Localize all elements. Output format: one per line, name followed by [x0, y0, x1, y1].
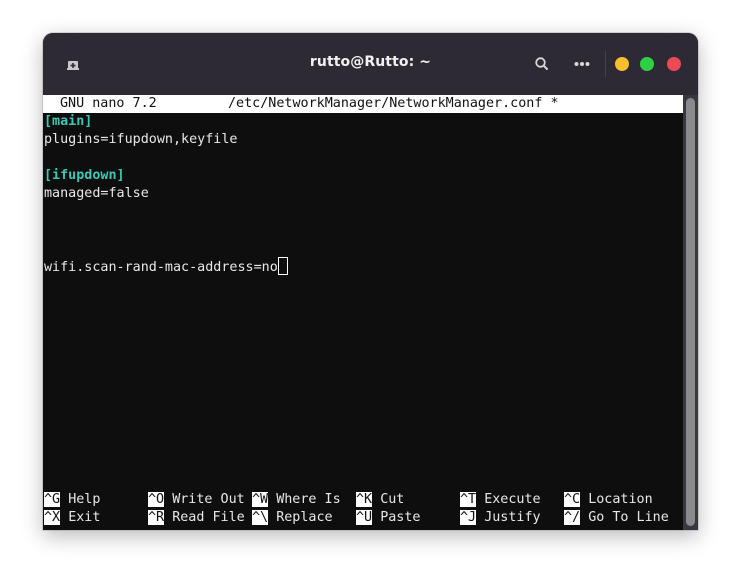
shortcut-label: Read File — [172, 510, 245, 525]
line-text: plugins=ifupdown,keyfile — [44, 132, 238, 147]
shortcut-justify[interactable]: ^J Justify — [460, 509, 541, 527]
nano-shortcut-bar: ^G Help ^X Exit ^O Write Out ^R Read Fil… — [43, 491, 683, 527]
config-section-header: [main] — [44, 113, 92, 131]
shortcut-label: Cut — [380, 492, 405, 507]
close-button[interactable] — [667, 57, 681, 71]
line-text: [main] — [44, 114, 93, 129]
shortcut-key: ^J — [460, 510, 477, 525]
shortcut-replace[interactable]: ^\ Replace — [252, 509, 333, 527]
config-line: wifi.scan-rand-mac-address=no — [44, 257, 288, 277]
shortcut-key: ^/ — [564, 510, 581, 525]
shortcut-key: ^R — [148, 510, 165, 525]
line-text: managed=false — [44, 186, 149, 201]
nano-header-bar: GNU nano 7.2 /etc/NetworkManager/Network… — [43, 95, 683, 113]
shortcut-help[interactable]: ^G Help — [44, 491, 100, 509]
shortcut-label: Exit — [68, 510, 101, 525]
shortcut-exit[interactable]: ^X Exit — [44, 509, 100, 527]
shortcut-key: ^\ — [252, 510, 269, 525]
scrollbar-thumb[interactable] — [686, 98, 695, 526]
menu-button[interactable] — [572, 55, 592, 73]
shortcut-where-is[interactable]: ^W Where Is — [252, 491, 341, 509]
window-bottom-edge — [60, 530, 680, 532]
shortcut-write-out[interactable]: ^O Write Out — [148, 491, 245, 509]
shortcut-key: ^X — [44, 510, 61, 525]
title-bar[interactable]: rutto@Rutto: ~ — [43, 33, 698, 95]
shortcut-key: ^W — [252, 492, 269, 507]
shortcut-key: ^T — [460, 492, 477, 507]
titlebar-separator — [605, 51, 606, 77]
config-section-header: [ifupdown] — [44, 167, 125, 185]
terminal-area[interactable]: GNU nano 7.2 /etc/NetworkManager/Network… — [43, 95, 683, 530]
shortcut-paste[interactable]: ^U Paste — [356, 509, 421, 527]
shortcut-read-file[interactable]: ^R Read File — [148, 509, 245, 527]
shortcut-key: ^U — [356, 510, 373, 525]
config-line: managed=false — [44, 185, 149, 203]
text-cursor — [277, 257, 288, 275]
shortcut-go-to-line[interactable]: ^/ Go To Line — [564, 509, 669, 527]
shortcut-label: Execute — [484, 492, 541, 507]
shortcut-cut[interactable]: ^K Cut — [356, 491, 404, 509]
shortcut-label: Go To Line — [588, 510, 669, 525]
search-button[interactable] — [533, 55, 551, 73]
line-text: [ifupdown] — [44, 168, 125, 183]
shortcut-key: ^O — [148, 492, 165, 507]
shortcut-execute[interactable]: ^T Execute — [460, 491, 541, 509]
maximize-button[interactable] — [640, 57, 654, 71]
line-text: wifi.scan-rand-mac-address=no — [44, 260, 278, 275]
shortcut-label: Justify — [484, 510, 541, 525]
minimize-button[interactable] — [615, 57, 629, 71]
vertical-scrollbar[interactable] — [683, 95, 698, 530]
window-title: rutto@Rutto: ~ — [309, 54, 432, 70]
terminal-window: rutto@Rutto: ~ GNU nano 7.2 /etc/Network… — [43, 33, 698, 530]
shortcut-label: Help — [68, 492, 101, 507]
shortcut-label: Write Out — [172, 492, 245, 507]
shortcut-key: ^G — [44, 492, 61, 507]
shortcut-label: Paste — [380, 510, 421, 525]
search-icon — [535, 57, 548, 70]
shortcut-key: ^C — [564, 492, 581, 507]
shortcut-key: ^K — [356, 492, 373, 507]
config-line: plugins=ifupdown,keyfile — [44, 131, 237, 149]
shortcut-label: Replace — [276, 510, 333, 525]
nano-version: GNU nano 7.2 — [60, 96, 157, 111]
shortcut-label: Location — [588, 492, 653, 507]
nano-filename: /etc/NetworkManager/NetworkManager.conf … — [228, 96, 559, 111]
shortcut-location[interactable]: ^C Location — [564, 491, 653, 509]
more-horizontal-icon — [574, 62, 590, 66]
shortcut-label: Where Is — [276, 492, 341, 507]
